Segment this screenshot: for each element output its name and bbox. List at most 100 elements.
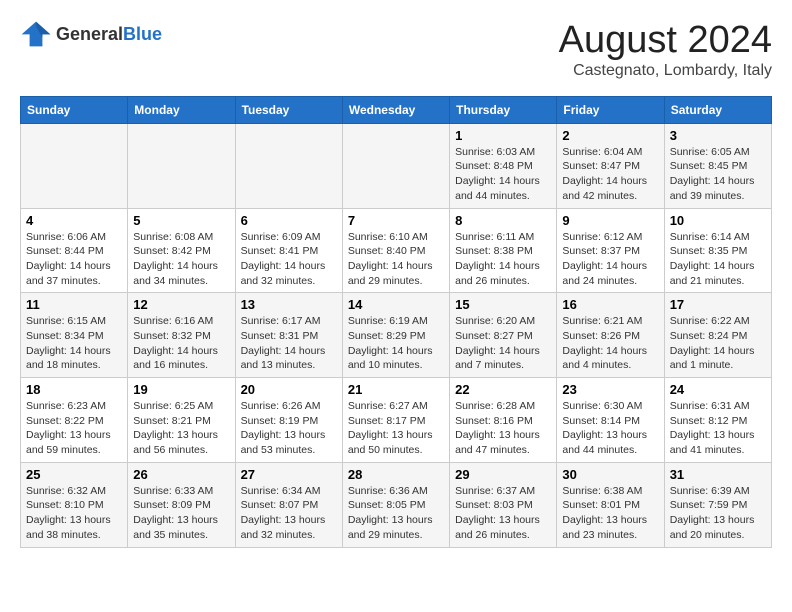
header: General Blue August 2024 Castegnato, Lom… — [20, 20, 772, 80]
day-info: Sunrise: 6:11 AM Sunset: 8:38 PM Dayligh… — [455, 230, 551, 289]
day-number: 8 — [455, 213, 551, 228]
calendar-cell: 23 Sunrise: 6:30 AM Sunset: 8:14 PM Dayli… — [557, 378, 664, 463]
day-info: Sunrise: 6:37 AM Sunset: 8:03 PM Dayligh… — [455, 484, 551, 543]
day-number: 29 — [455, 467, 551, 482]
day-number: 19 — [133, 382, 229, 397]
day-number: 5 — [133, 213, 229, 228]
day-info: Sunrise: 6:17 AM Sunset: 8:31 PM Dayligh… — [241, 314, 337, 373]
calendar-cell: 29 Sunrise: 6:37 AM Sunset: 8:03 PM Dayli… — [450, 462, 557, 547]
day-number: 4 — [26, 213, 122, 228]
calendar-cell: 21 Sunrise: 6:27 AM Sunset: 8:17 PM Dayli… — [342, 378, 449, 463]
calendar-cell — [235, 123, 342, 208]
calendar-cell: 6 Sunrise: 6:09 AM Sunset: 8:41 PM Daylig… — [235, 208, 342, 293]
calendar-cell: 25 Sunrise: 6:32 AM Sunset: 8:10 PM Dayli… — [21, 462, 128, 547]
day-number: 3 — [670, 128, 766, 143]
day-number: 31 — [670, 467, 766, 482]
day-info: Sunrise: 6:03 AM Sunset: 8:48 PM Dayligh… — [455, 145, 551, 204]
calendar-cell: 5Sunrise: 6:08 AM Sunset: 8:42 PM Daylig… — [128, 208, 235, 293]
day-number: 20 — [241, 382, 337, 397]
day-info: Sunrise: 6:32 AM Sunset: 8:10 PM Dayligh… — [26, 484, 122, 543]
calendar-cell — [342, 123, 449, 208]
calendar-cell: 8 Sunrise: 6:11 AM Sunset: 8:38 PM Daylig… — [450, 208, 557, 293]
calendar-cell: 12Sunrise: 6:16 AM Sunset: 8:32 PM Dayli… — [128, 293, 235, 378]
day-info: Sunrise: 6:26 AM Sunset: 8:19 PM Dayligh… — [241, 399, 337, 458]
day-info: Sunrise: 6:36 AM Sunset: 8:05 PM Dayligh… — [348, 484, 444, 543]
day-number: 21 — [348, 382, 444, 397]
calendar-cell: 28 Sunrise: 6:36 AM Sunset: 8:05 PM Dayli… — [342, 462, 449, 547]
calendar-cell: 31 Sunrise: 6:39 AM Sunset: 7:59 PM Dayli… — [664, 462, 771, 547]
calendar-cell: 27Sunrise: 6:34 AM Sunset: 8:07 PM Dayli… — [235, 462, 342, 547]
day-number: 25 — [26, 467, 122, 482]
calendar-cell: 7 Sunrise: 6:10 AM Sunset: 8:40 PM Daylig… — [342, 208, 449, 293]
calendar-cell — [21, 123, 128, 208]
calendar-cell: 14Sunrise: 6:19 AM Sunset: 8:29 PM Dayli… — [342, 293, 449, 378]
logo-text-general: General — [56, 24, 123, 45]
calendar-cell: 16Sunrise: 6:21 AM Sunset: 8:26 PM Dayli… — [557, 293, 664, 378]
calendar-cell: 24 Sunrise: 6:31 AM Sunset: 8:12 PM Dayli… — [664, 378, 771, 463]
day-info: Sunrise: 6:34 AM Sunset: 8:07 PM Dayligh… — [241, 484, 337, 543]
day-info: Sunrise: 6:38 AM Sunset: 8:01 PM Dayligh… — [562, 484, 658, 543]
day-info: Sunrise: 6:16 AM Sunset: 8:32 PM Dayligh… — [133, 314, 229, 373]
day-info: Sunrise: 6:22 AM Sunset: 8:24 PM Dayligh… — [670, 314, 766, 373]
calendar-cell: 17Sunrise: 6:22 AM Sunset: 8:24 PM Dayli… — [664, 293, 771, 378]
calendar-cell — [128, 123, 235, 208]
day-number: 23 — [562, 382, 658, 397]
title-section: August 2024 Castegnato, Lombardy, Italy — [559, 20, 772, 80]
day-number: 1 — [455, 128, 551, 143]
day-number: 6 — [241, 213, 337, 228]
week-row-2: 4 Sunrise: 6:06 AM Sunset: 8:44 PM Daylig… — [21, 208, 772, 293]
day-info: Sunrise: 6:05 AM Sunset: 8:45 PM Dayligh… — [670, 145, 766, 204]
day-header-wednesday: Wednesday — [342, 96, 449, 123]
day-info: Sunrise: 6:04 AM Sunset: 8:47 PM Dayligh… — [562, 145, 658, 204]
day-info: Sunrise: 6:27 AM Sunset: 8:17 PM Dayligh… — [348, 399, 444, 458]
logo-text-blue: Blue — [123, 24, 162, 45]
day-number: 18 — [26, 382, 122, 397]
logo: General Blue — [20, 20, 162, 48]
day-number: 13 — [241, 297, 337, 312]
calendar-cell: 2Sunrise: 6:04 AM Sunset: 8:47 PM Daylig… — [557, 123, 664, 208]
calendar-cell: 3 Sunrise: 6:05 AM Sunset: 8:45 PM Daylig… — [664, 123, 771, 208]
day-header-friday: Friday — [557, 96, 664, 123]
day-info: Sunrise: 6:30 AM Sunset: 8:14 PM Dayligh… — [562, 399, 658, 458]
calendar-table: SundayMondayTuesdayWednesdayThursdayFrid… — [20, 96, 772, 548]
day-number: 10 — [670, 213, 766, 228]
day-info: Sunrise: 6:19 AM Sunset: 8:29 PM Dayligh… — [348, 314, 444, 373]
calendar-cell: 19 Sunrise: 6:25 AM Sunset: 8:21 PM Dayli… — [128, 378, 235, 463]
calendar-cell: 1 Sunrise: 6:03 AM Sunset: 8:48 PM Daylig… — [450, 123, 557, 208]
day-info: Sunrise: 6:12 AM Sunset: 8:37 PM Dayligh… — [562, 230, 658, 289]
day-number: 7 — [348, 213, 444, 228]
day-info: Sunrise: 6:10 AM Sunset: 8:40 PM Dayligh… — [348, 230, 444, 289]
day-number: 15 — [455, 297, 551, 312]
day-header-thursday: Thursday — [450, 96, 557, 123]
day-header-sunday: Sunday — [21, 96, 128, 123]
day-header-monday: Monday — [128, 96, 235, 123]
calendar-header-row: SundayMondayTuesdayWednesdayThursdayFrid… — [21, 96, 772, 123]
week-row-3: 11Sunrise: 6:15 AM Sunset: 8:34 PM Dayli… — [21, 293, 772, 378]
day-info: Sunrise: 6:39 AM Sunset: 7:59 PM Dayligh… — [670, 484, 766, 543]
day-info: Sunrise: 6:09 AM Sunset: 8:41 PM Dayligh… — [241, 230, 337, 289]
day-info: Sunrise: 6:33 AM Sunset: 8:09 PM Dayligh… — [133, 484, 229, 543]
week-row-5: 25 Sunrise: 6:32 AM Sunset: 8:10 PM Dayli… — [21, 462, 772, 547]
calendar-cell: 26Sunrise: 6:33 AM Sunset: 8:09 PM Dayli… — [128, 462, 235, 547]
day-header-saturday: Saturday — [664, 96, 771, 123]
logo-icon — [20, 20, 52, 48]
calendar-cell: 11Sunrise: 6:15 AM Sunset: 8:34 PM Dayli… — [21, 293, 128, 378]
calendar-cell: 9 Sunrise: 6:12 AM Sunset: 8:37 PM Daylig… — [557, 208, 664, 293]
day-info: Sunrise: 6:23 AM Sunset: 8:22 PM Dayligh… — [26, 399, 122, 458]
day-number: 24 — [670, 382, 766, 397]
day-info: Sunrise: 6:06 AM Sunset: 8:44 PM Dayligh… — [26, 230, 122, 289]
location-subtitle: Castegnato, Lombardy, Italy — [559, 62, 772, 80]
calendar-cell: 18 Sunrise: 6:23 AM Sunset: 8:22 PM Dayli… — [21, 378, 128, 463]
calendar-cell: 13 Sunrise: 6:17 AM Sunset: 8:31 PM Dayli… — [235, 293, 342, 378]
week-row-4: 18 Sunrise: 6:23 AM Sunset: 8:22 PM Dayli… — [21, 378, 772, 463]
day-number: 28 — [348, 467, 444, 482]
day-number: 11 — [26, 297, 122, 312]
day-info: Sunrise: 6:31 AM Sunset: 8:12 PM Dayligh… — [670, 399, 766, 458]
day-info: Sunrise: 6:20 AM Sunset: 8:27 PM Dayligh… — [455, 314, 551, 373]
day-info: Sunrise: 6:21 AM Sunset: 8:26 PM Dayligh… — [562, 314, 658, 373]
calendar-cell: 10 Sunrise: 6:14 AM Sunset: 8:35 PM Dayli… — [664, 208, 771, 293]
day-number: 9 — [562, 213, 658, 228]
day-info: Sunrise: 6:25 AM Sunset: 8:21 PM Dayligh… — [133, 399, 229, 458]
day-info: Sunrise: 6:14 AM Sunset: 8:35 PM Dayligh… — [670, 230, 766, 289]
day-info: Sunrise: 6:28 AM Sunset: 8:16 PM Dayligh… — [455, 399, 551, 458]
